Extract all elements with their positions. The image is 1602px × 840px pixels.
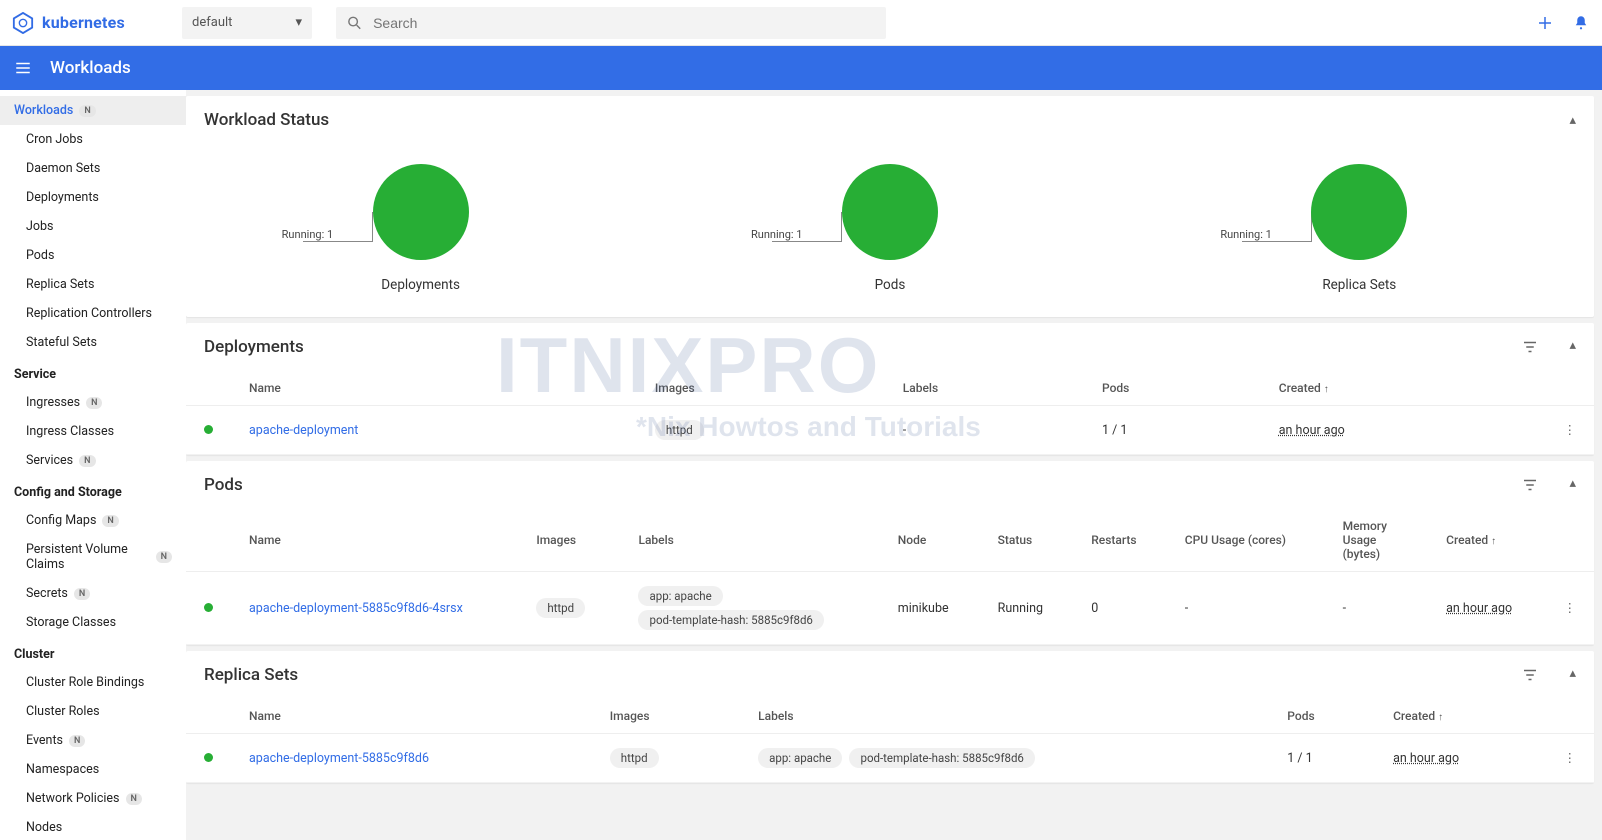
sidebar-item-services[interactable]: ServicesN bbox=[0, 446, 186, 475]
sidebar-item-workloads[interactable]: Workloads N bbox=[0, 96, 186, 125]
deployments-title: Deployments bbox=[204, 337, 304, 357]
image-chip: httpd bbox=[610, 748, 659, 768]
pie-deployments bbox=[373, 164, 469, 260]
sort-up-icon: ↑ bbox=[1438, 712, 1443, 723]
sidebar-item-replicasets[interactable]: Replica Sets bbox=[0, 270, 186, 299]
badge: N bbox=[79, 105, 95, 117]
replicaset-link[interactable]: apache-deployment-5885c9f8d6 bbox=[249, 751, 429, 766]
search-icon bbox=[346, 14, 363, 32]
sidebar-item-events[interactable]: EventsN bbox=[0, 726, 186, 755]
status-dot-icon bbox=[204, 425, 213, 434]
chart-pods: Running: 1 Pods bbox=[842, 164, 938, 293]
sidebar-header-service: Service bbox=[0, 357, 186, 388]
sidebar-item-statefulsets[interactable]: Stateful Sets bbox=[0, 328, 186, 357]
create-icon[interactable] bbox=[1536, 14, 1554, 32]
kubernetes-logo-icon bbox=[12, 12, 34, 34]
created-time[interactable]: an hour ago bbox=[1393, 751, 1459, 766]
content-area: ITNIXPRO *Nix Howtos and Tutorials Workl… bbox=[186, 90, 1602, 840]
filter-icon[interactable] bbox=[1521, 666, 1539, 684]
deployments-card: Deployments ▴ Name Images Labels Pods Cr… bbox=[186, 323, 1594, 455]
sidebar-item-storageclasses[interactable]: Storage Classes bbox=[0, 608, 186, 637]
top-bar: kubernetes default ▾ bbox=[0, 0, 1602, 46]
pods-table: Name Images Labels Node Status Restarts … bbox=[186, 509, 1594, 645]
brand-text: kubernetes bbox=[42, 13, 125, 32]
pod-link[interactable]: apache-deployment-5885c9f8d6-4srsx bbox=[249, 601, 463, 616]
replicasets-title: Replica Sets bbox=[204, 665, 298, 685]
workload-status-title: Workload Status bbox=[204, 110, 329, 130]
label-chip: app: apache bbox=[638, 586, 722, 606]
deployment-link[interactable]: apache-deployment bbox=[249, 423, 358, 438]
menu-icon[interactable] bbox=[14, 59, 32, 77]
label-chip: app: apache bbox=[758, 748, 842, 768]
pods-card: Pods ▴ Name Images Labels Node Status Re… bbox=[186, 461, 1594, 645]
collapse-icon[interactable]: ▴ bbox=[1569, 476, 1576, 494]
deployments-table: Name Images Labels Pods Created ↑ apache… bbox=[186, 371, 1594, 455]
replicasets-table: Name Images Labels Pods Created ↑ apache… bbox=[186, 699, 1594, 783]
status-dot-icon bbox=[204, 603, 213, 612]
collapse-icon[interactable]: ▴ bbox=[1569, 338, 1576, 356]
sidebar-item-repcontrollers[interactable]: Replication Controllers bbox=[0, 299, 186, 328]
workload-status-card: Workload Status ▴ Running: 1 Deployments… bbox=[186, 96, 1594, 317]
label-chip: pod-template-hash: 5885c9f8d6 bbox=[849, 748, 1034, 768]
sort-up-icon: ↑ bbox=[1491, 536, 1496, 547]
sidebar: Workloads N Cron Jobs Daemon Sets Deploy… bbox=[0, 90, 186, 840]
image-chip: httpd bbox=[655, 420, 704, 440]
sidebar-item-netpolicies[interactable]: Network PoliciesN bbox=[0, 784, 186, 813]
pie-replicasets bbox=[1311, 164, 1407, 260]
chart-deployments: Running: 1 Deployments bbox=[373, 164, 469, 293]
table-row: apache-deployment-5885c9f8d6 httpd app: … bbox=[186, 734, 1594, 783]
filter-icon[interactable] bbox=[1521, 338, 1539, 356]
namespace-value: default bbox=[192, 15, 232, 30]
sidebar-item-namespaces[interactable]: Namespaces bbox=[0, 755, 186, 784]
more-vert-icon[interactable]: ⋮ bbox=[1564, 423, 1577, 438]
sidebar-item-crb[interactable]: Cluster Role Bindings bbox=[0, 668, 186, 697]
label-chip: pod-template-hash: 5885c9f8d6 bbox=[638, 610, 823, 630]
section-bar: Workloads bbox=[0, 46, 1602, 90]
sidebar-item-nodes[interactable]: Nodes bbox=[0, 813, 186, 840]
sidebar-header-cluster: Cluster bbox=[0, 637, 186, 668]
sidebar-item-jobs[interactable]: Jobs bbox=[0, 212, 186, 241]
created-time[interactable]: an hour ago bbox=[1279, 423, 1345, 438]
status-dot-icon bbox=[204, 753, 213, 762]
created-time[interactable]: an hour ago bbox=[1446, 601, 1512, 616]
search-input[interactable] bbox=[373, 15, 876, 31]
collapse-icon[interactable]: ▴ bbox=[1569, 666, 1576, 684]
sidebar-item-secrets[interactable]: SecretsN bbox=[0, 579, 186, 608]
table-row: apache-deployment httpd - 1 / 1 an hour … bbox=[186, 406, 1594, 455]
more-vert-icon[interactable]: ⋮ bbox=[1564, 601, 1577, 616]
sort-up-icon: ↑ bbox=[1324, 384, 1329, 395]
search-box[interactable] bbox=[336, 7, 886, 39]
collapse-icon[interactable]: ▴ bbox=[1569, 113, 1576, 128]
pie-pods bbox=[842, 164, 938, 260]
pods-title: Pods bbox=[204, 475, 243, 495]
replicasets-card: Replica Sets ▴ Name Images Labels Pods C… bbox=[186, 651, 1594, 783]
sidebar-item-configmaps[interactable]: Config MapsN bbox=[0, 506, 186, 535]
namespace-select[interactable]: default ▾ bbox=[182, 7, 312, 39]
sidebar-item-ingressclasses[interactable]: Ingress Classes bbox=[0, 417, 186, 446]
sidebar-item-clusterroles[interactable]: Cluster Roles bbox=[0, 697, 186, 726]
sidebar-item-cronjobs[interactable]: Cron Jobs bbox=[0, 125, 186, 154]
sidebar-item-daemonsets[interactable]: Daemon Sets bbox=[0, 154, 186, 183]
table-row: apache-deployment-5885c9f8d6-4srsx httpd… bbox=[186, 572, 1594, 645]
sidebar-item-ingresses[interactable]: IngressesN bbox=[0, 388, 186, 417]
chevron-down-icon: ▾ bbox=[295, 15, 302, 30]
sidebar-item-pods[interactable]: Pods bbox=[0, 241, 186, 270]
page-title: Workloads bbox=[50, 58, 131, 78]
sidebar-header-config: Config and Storage bbox=[0, 475, 186, 506]
chart-replicasets: Running: 1 Replica Sets bbox=[1311, 164, 1407, 293]
filter-icon[interactable] bbox=[1521, 476, 1539, 494]
bell-icon[interactable] bbox=[1572, 14, 1590, 32]
sidebar-item-deployments[interactable]: Deployments bbox=[0, 183, 186, 212]
more-vert-icon[interactable]: ⋮ bbox=[1564, 751, 1577, 766]
image-chip: httpd bbox=[536, 598, 585, 618]
logo[interactable]: kubernetes bbox=[12, 12, 182, 34]
sidebar-item-pvc[interactable]: Persistent Volume ClaimsN bbox=[0, 535, 186, 579]
